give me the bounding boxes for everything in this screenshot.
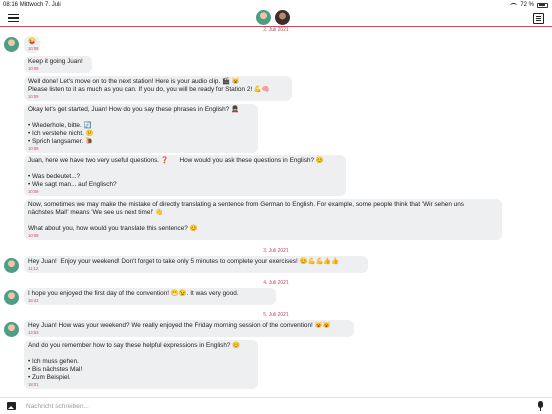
chat-message: Juan, here we have two very useful quest… bbox=[24, 155, 346, 196]
message-text-line: Juan, here we have two very useful quest… bbox=[28, 157, 324, 164]
user-avatar[interactable] bbox=[275, 10, 290, 25]
status-time-date: 08:16 Mittwoch 7. Juli bbox=[3, 0, 61, 10]
message-text-line: • Ich verstehe nicht. 😕 bbox=[28, 130, 94, 137]
image-icon[interactable] bbox=[7, 402, 16, 410]
message-text-line: Well done! Let's move on to the next sta… bbox=[28, 78, 240, 85]
message-text-line bbox=[28, 217, 498, 225]
coach-avatar-small bbox=[4, 290, 19, 305]
coach-avatar[interactable] bbox=[256, 10, 271, 25]
chat-message: Okay let's get started, Juan! How do you… bbox=[24, 104, 258, 153]
coach-avatar-small bbox=[4, 258, 19, 273]
message-timestamp: 11:12 bbox=[28, 266, 39, 271]
message-timestamp: 10:09 bbox=[28, 233, 39, 238]
message-text-line: • Bis nächstes Mal! bbox=[28, 366, 83, 373]
message-text-line: Hey Juan! Enjoy your weekend! Don't forg… bbox=[28, 258, 340, 265]
battery-icon bbox=[537, 2, 548, 8]
menu-icon[interactable] bbox=[8, 14, 19, 22]
top-bar bbox=[0, 10, 552, 27]
message-text-line: • Zum Beispiel. bbox=[28, 374, 71, 381]
status-date: Mittwoch 7. Juli bbox=[19, 2, 61, 8]
book-icon[interactable] bbox=[533, 13, 544, 24]
chat-message: And do you remember how to say these hel… bbox=[24, 340, 258, 389]
message-text-line: I hope you enjoyed the first day of the … bbox=[28, 290, 239, 297]
message-timestamp: 18:01 bbox=[28, 382, 39, 387]
coach-avatar-small bbox=[4, 322, 19, 337]
message-text-line: nächstes Mal!' means 'We see us next tim… bbox=[28, 209, 164, 216]
message-timestamp: 10:09 bbox=[28, 146, 39, 151]
message-text-line: Now, sometimes we may make the mistake o… bbox=[28, 201, 464, 208]
message-text-line bbox=[28, 114, 254, 122]
message-text-line: 😜 bbox=[28, 38, 36, 45]
message-timestamp: 10:09 bbox=[28, 94, 39, 99]
message-text-line: • Ich muss gehen. bbox=[28, 358, 79, 365]
chat-message: Well done! Let's move on to the next sta… bbox=[24, 76, 292, 101]
battery-percent: 72 % bbox=[520, 2, 534, 8]
status-time: 08:16 bbox=[3, 2, 19, 8]
message-text-line: Please listen to it as much as you can. … bbox=[28, 86, 270, 93]
message-composer bbox=[0, 397, 552, 414]
message-timestamp: 10:09 bbox=[28, 66, 39, 71]
coach-avatar-small bbox=[4, 37, 19, 52]
message-text-line: What about you, how would you translate … bbox=[28, 225, 198, 232]
microphone-icon[interactable] bbox=[538, 401, 543, 411]
message-text-line: Okay let's get started, Juan! How do you… bbox=[28, 106, 239, 113]
message-timestamp: 10:08 bbox=[28, 46, 39, 51]
chat-history[interactable]: 2. Juli 2021 3. Juli 2021 4. Juli 2021 5. J… bbox=[0, 27, 552, 397]
chat-message: Keep it going Juan! 10:09 bbox=[24, 56, 92, 73]
status-bar: 08:16 Mittwoch 7. Juli 72 % bbox=[0, 0, 552, 10]
message-text-line: • Wiederhole, bitte. 🔄 bbox=[28, 122, 92, 129]
chat-message: 😜 10:08 bbox=[24, 36, 40, 53]
message-text-line: Hey Juan! How was your weekend? We reall… bbox=[28, 322, 331, 329]
message-text-line: • Sprich langsamer. 🐌 bbox=[28, 138, 93, 145]
status-indicators: 72 % bbox=[510, 0, 548, 10]
message-timestamp: 18:43 bbox=[28, 298, 39, 303]
message-text-line: And do you remember how to say these hel… bbox=[28, 342, 241, 349]
message-text-line bbox=[28, 350, 254, 358]
date-separator: 4. Juli 2021 bbox=[263, 280, 289, 286]
message-input[interactable] bbox=[26, 400, 526, 412]
chat-message: Hey Juan! How was your weekend? We reall… bbox=[24, 320, 354, 337]
date-separator: 3. Juli 2021 bbox=[263, 248, 289, 254]
message-text-line: • Wie sagt man... auf Englisch? bbox=[28, 181, 117, 188]
message-text-line bbox=[28, 165, 342, 173]
message-timestamp: 13:53 bbox=[28, 330, 39, 335]
date-separator: 2. Juli 2021 bbox=[263, 27, 289, 33]
chat-participants bbox=[256, 10, 290, 25]
message-text-line: • Was bedeutet...? bbox=[28, 173, 81, 180]
message-text-line: Keep it going Juan! bbox=[28, 58, 83, 65]
message-timestamp: 10:09 bbox=[28, 189, 39, 194]
chat-message: Hey Juan! Enjoy your weekend! Don't forg… bbox=[24, 256, 368, 273]
date-separator: 5. Juli 2021 bbox=[263, 312, 289, 318]
chat-message: Now, sometimes we may make the mistake o… bbox=[24, 199, 502, 240]
chat-message: I hope you enjoyed the first day of the … bbox=[24, 288, 276, 305]
wifi-icon bbox=[510, 2, 518, 8]
